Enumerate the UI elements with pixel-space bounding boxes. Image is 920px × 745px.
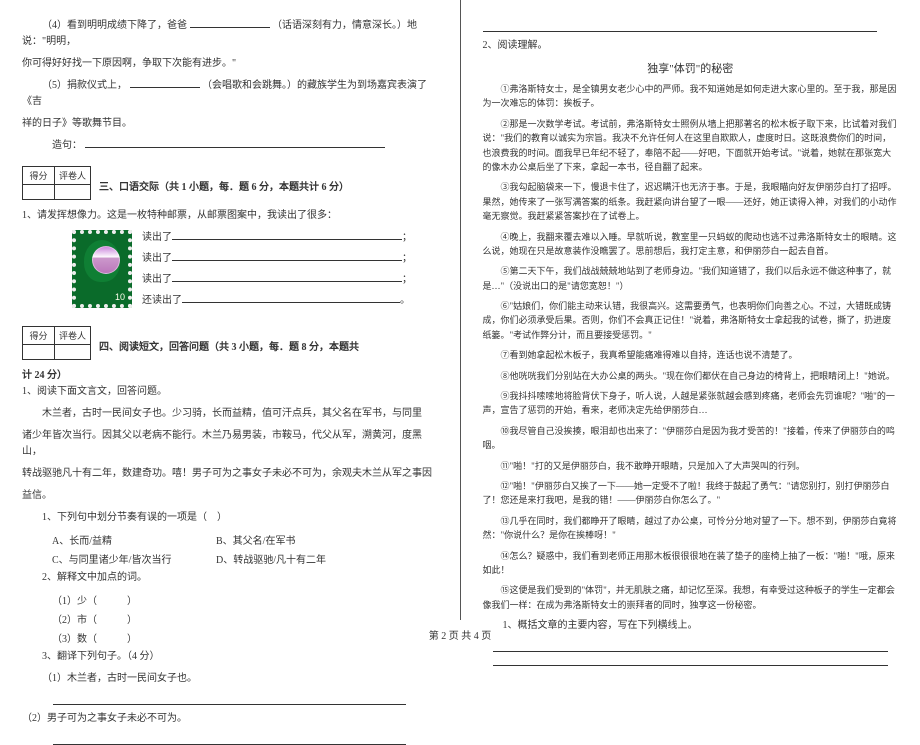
question-4-text: （4）看到明明成绩下降了，爸爸 （话语深刻有力，情意深长。）地说："明明， xyxy=(22,18,438,50)
p5: ⑤第二天下午，我们战战兢兢地站到了老师身边。"我们知道错了，我们以后永远不做这种… xyxy=(483,264,899,293)
readout-2-label: 读出了 xyxy=(142,253,172,264)
make-sentence-label: 造句： xyxy=(52,140,82,151)
opt-d[interactable]: D、转战驱驰/凡十有二年 xyxy=(216,551,356,566)
grader-header: 评卷人 xyxy=(55,167,90,185)
q1-1-options-2: C、与同里诸少年/皆次当行 D、转战驱驰/凡十有二年 xyxy=(22,551,438,566)
stamp-intro: 1、请发挥想像力。这是一枚特种邮票，从邮票图案中，我读出了很多： xyxy=(22,208,438,224)
passage-p3: 转战驱驰凡十有二年，数建奇功。嘻！男子可为之事女子未必不可为，余观夫木兰从军之事… xyxy=(22,466,438,482)
readout-1-blank[interactable] xyxy=(172,230,402,240)
score-header: 得分 xyxy=(23,167,55,185)
q5-blank[interactable] xyxy=(130,78,200,88)
story-title: 独享"体罚"的秘密 xyxy=(483,60,899,76)
section-3-title: 三、口语交际（共 1 小题，每．题 6 分，本题共计 6 分） xyxy=(99,182,349,193)
page-footer: 第 2 页 共 4 页 xyxy=(0,627,920,642)
q1-1: 1、下列句中划分节奏有误的一项是（ ） xyxy=(22,510,438,526)
p4: ④晚上，我翻来覆去难以入睡。早就听说，教室里一只蚂蚁的爬动也逃不过弗洛斯特女士的… xyxy=(483,230,899,259)
score-cell-4[interactable] xyxy=(23,345,55,359)
q1-3-1-answer[interactable] xyxy=(53,693,406,705)
summary-line-2[interactable] xyxy=(493,654,888,666)
p13: ⑬几乎在同时，我们都睁开了眼睛，越过了办公桌，可怜分分地对望了一下。想不到，伊丽… xyxy=(483,514,899,543)
score-cell[interactable] xyxy=(23,185,55,199)
q4-blank[interactable] xyxy=(190,18,270,28)
q1-2-1[interactable]: （1）少（ ） xyxy=(22,592,438,607)
question-5-text: （5）捐款仪式上， （会唱歌和会跳舞。）的藏族学生为到场嘉宾表演了《吉 xyxy=(22,78,438,110)
readalso-label: 还读出了 xyxy=(142,295,182,306)
opt-c[interactable]: C、与同里诸少年/皆次当行 xyxy=(52,551,192,566)
p1: ①弗洛斯特女士，是全镇男女老少心中的严师。我不知道她是如何走进大家心里的。至于我… xyxy=(483,82,899,111)
q1-2-2[interactable]: （2）市（ ） xyxy=(22,611,438,626)
reading-2-title: 2、阅读理解。 xyxy=(483,38,899,54)
p9: ⑨我抖抖嗦嗦地将脸背伏下身子，听人说，人越是紧张就越会感到疼痛，老师会先罚谁呢？… xyxy=(483,389,899,418)
section-4-title: 四、阅读短文，回答问题（共 3 小题，每．题 8 分，本题共 xyxy=(99,342,359,353)
opt-b[interactable]: B、其父名/在军书 xyxy=(216,532,356,547)
globe-icon xyxy=(92,246,120,274)
readout-2-blank[interactable] xyxy=(172,251,402,261)
q4-line2: 你可得好好找一下原因啊，争取下次能有进步。" xyxy=(22,56,438,72)
p3: ③我勾起脑袋来一下，慢退卡住了，迟迟瞒汗也无济于事。于是，我眼瞄向好友伊丽莎白打… xyxy=(483,180,899,223)
score-box-4: 得分评卷人 xyxy=(22,326,91,360)
q1-3: 3、翻译下列句子。（4 分） xyxy=(22,649,438,665)
p6: ⑥"姑娘们，你们能主动来认错，我很高兴。这需要勇气，也表明你们向善之心。不过，大… xyxy=(483,299,899,342)
p2: ②那是一次数学考试。考试前，弗洛斯特女士照例从墙上把那著名的松木板子取下来，比试… xyxy=(483,117,899,175)
q5-prefix: （5）捐款仪式上， xyxy=(42,80,127,91)
grader-header-4: 评卷人 xyxy=(55,327,90,345)
p11: ⑪"啪！"打的又是伊丽莎白，我不敢睁开眼睛，只是加入了大声哭叫的行列。 xyxy=(483,459,899,473)
q1-3-2: （2）男子可为之事女子未必不可为。 xyxy=(22,711,438,727)
stamp-image: 10 xyxy=(72,230,132,308)
passage-p4: 益信。 xyxy=(22,488,438,504)
q1-2: 2、解释文中加点的词。 xyxy=(22,570,438,586)
q1-3-2-answer[interactable] xyxy=(53,733,406,745)
q4-prefix: （4）看到明明成绩下降了，爸爸 xyxy=(42,20,187,31)
p15: ⑮这便是我们受到的"体罚"，并无肌肤之痛，却记忆至深。我想，有幸受过这种板子的学… xyxy=(483,583,899,612)
reading-1-title: 1、阅读下面文言文，回答问题。 xyxy=(22,384,438,400)
section-4-title-cont: 计 24 分） xyxy=(22,370,67,381)
readalso-blank[interactable] xyxy=(182,293,400,303)
p7: ⑦看到她拿起松木板子，我真希望能痛难得难以自持，连话也说不清楚了。 xyxy=(483,348,899,362)
readout-3-label: 读出了 xyxy=(142,274,172,285)
score-header-4: 得分 xyxy=(23,327,55,345)
q1-1-options: A、长而/益精 B、其父名/在军书 xyxy=(22,532,438,547)
p14: ⑭怎么？疑惑中，我们看到老师正用那木板很很很地在装了垫子的座椅上抽了一板："啪！… xyxy=(483,549,899,578)
p8: ⑧他咣咣我们分别站在大办公桌的两头。"现在你们都伏在自己身边的椅背上，把眼睛闭上… xyxy=(483,369,899,383)
p12: ⑫"啪！"伊丽莎白又挨了一下——她一定受不了啦！我终于鼓起了勇气："请您别打，别… xyxy=(483,479,899,508)
score-box-3: 得分评卷人 xyxy=(22,166,91,200)
make-sentence-row: 造句： xyxy=(22,138,438,154)
readout-1-label: 读出了 xyxy=(142,232,172,243)
q5-line2: 祥的日子》等歌舞节目。 xyxy=(22,116,438,132)
passage-p1: 木兰者，古时一民间女子也。少习骑，长而益精，值可汗点兵，其父名在军书，与同里 xyxy=(22,406,438,422)
opt-a[interactable]: A、长而/益精 xyxy=(52,532,192,547)
q1-3-1: （1）木兰者，古时一民间女子也。 xyxy=(22,671,438,687)
r-top-line-1[interactable] xyxy=(483,20,878,32)
p10: ⑩我尽管自己没挨揍，眼泪却也出来了："伊丽莎白是因为我才受苦的！"接着，传来了伊… xyxy=(483,424,899,453)
make-sentence-blank[interactable] xyxy=(85,138,385,148)
readout-3-blank[interactable] xyxy=(172,272,402,282)
stamp-value: 10 xyxy=(115,292,125,302)
grader-cell[interactable] xyxy=(55,185,87,199)
passage-p2: 诸少年皆次当行。因其父以老病不能行。木兰乃易男装，市鞍马，代父从军，溯黄河，度黑… xyxy=(22,428,438,460)
grader-cell-4[interactable] xyxy=(55,345,87,359)
